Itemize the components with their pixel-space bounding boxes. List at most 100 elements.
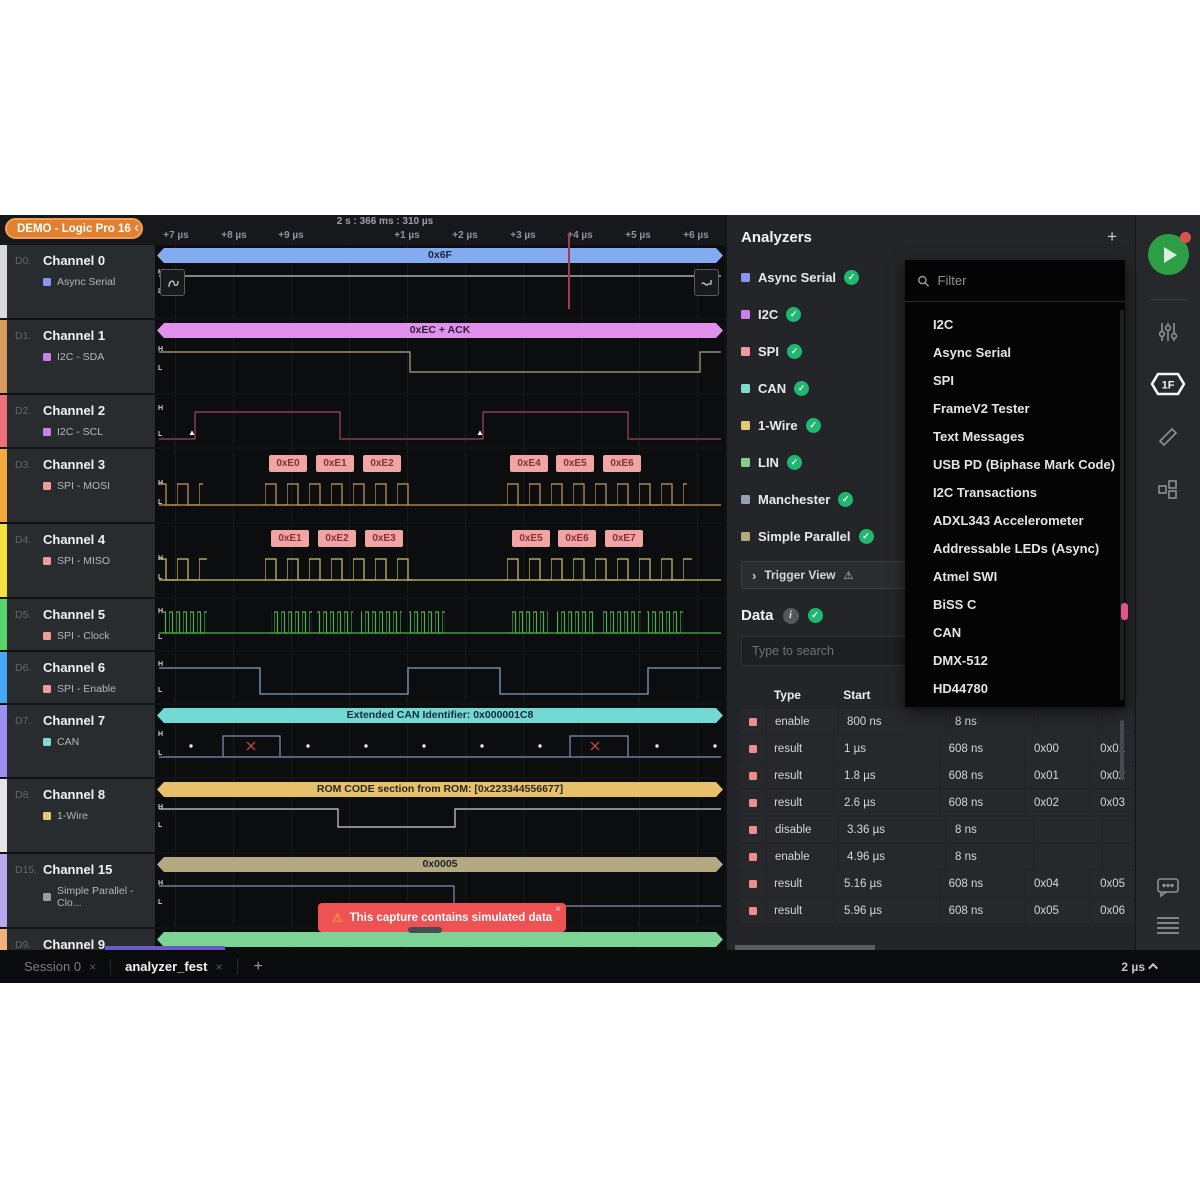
capture-settings-icon[interactable] bbox=[1156, 320, 1180, 349]
channel-label-d6[interactable]: D6. Channel 6 SPI - Enable bbox=[0, 652, 155, 703]
dropdown-item[interactable]: Atmel SWI bbox=[905, 563, 1125, 591]
channel-label-d8[interactable]: D8. Channel 8 1-Wire bbox=[0, 779, 155, 852]
tab-close-icon[interactable]: × bbox=[216, 960, 223, 974]
dropdown-item[interactable]: I2C Transactions bbox=[905, 479, 1125, 507]
waveform-channel-7[interactable]: Extended CAN Identifier: 0x000001C8 H L bbox=[155, 705, 725, 777]
tab-session-0[interactable]: Session 0 × bbox=[14, 959, 106, 974]
feedback-chat-icon[interactable] bbox=[1155, 875, 1181, 904]
dropdown-scrollbar[interactable] bbox=[1120, 310, 1124, 700]
waveform-channel-0[interactable]: 0x6F H L bbox=[155, 245, 725, 318]
check-circle-icon[interactable]: ✓ bbox=[838, 492, 854, 507]
check-circle-icon[interactable]: ✓ bbox=[786, 455, 802, 470]
layout-grid-icon[interactable] bbox=[1156, 477, 1180, 506]
play-icon bbox=[1164, 246, 1177, 263]
analyzer-tag[interactable]: SPI - Clock bbox=[43, 630, 110, 642]
add-analyzer-button[interactable]: + bbox=[1107, 227, 1117, 247]
analyzer-filter-input[interactable] bbox=[937, 273, 1113, 288]
dropdown-item[interactable]: Async Serial bbox=[905, 339, 1125, 367]
channel-label-d15[interactable]: D15. Channel 15 Simple Parallel - Clo... bbox=[0, 854, 155, 927]
channel-label-d4[interactable]: D4. Channel 4 SPI - MISO bbox=[0, 524, 155, 597]
collapse-sidebar-icon[interactable]: ‹ bbox=[134, 219, 139, 237]
analyzer-tag[interactable]: 1-Wire bbox=[43, 810, 105, 822]
analyzer-tag[interactable]: I2C - SCL bbox=[43, 426, 105, 438]
table-row[interactable]: result 2.6 µs 608 ns 0x02 0x03 bbox=[741, 790, 1133, 815]
channel-label-d0[interactable]: D0. Channel 0 Async Serial bbox=[0, 245, 155, 318]
toast-close-icon[interactable]: × bbox=[555, 904, 561, 915]
tab-analyzer-fest[interactable]: analyzer_fest × bbox=[115, 959, 232, 974]
dropdown-item[interactable]: FrameV2 Tester bbox=[905, 395, 1125, 423]
table-row[interactable]: result 1.8 µs 608 ns 0x01 0x02 bbox=[741, 763, 1133, 788]
device-id-hexagon-icon[interactable]: 1F bbox=[1149, 371, 1187, 402]
check-circle-icon[interactable]: ✓ bbox=[786, 307, 802, 322]
measure-ruler-icon[interactable] bbox=[1156, 425, 1180, 454]
table-row[interactable]: result 5.16 µs 608 ns 0x04 0x05 bbox=[741, 871, 1133, 896]
check-circle-icon[interactable]: ✓ bbox=[805, 418, 821, 433]
chevron-right-icon: › bbox=[752, 567, 757, 583]
waveform-channel-6[interactable]: H L bbox=[155, 652, 725, 703]
main-menu-icon[interactable] bbox=[1155, 915, 1181, 940]
analyzer-tag[interactable]: SPI - MOSI bbox=[43, 480, 110, 492]
pink-scroll-thumb[interactable] bbox=[1121, 603, 1128, 620]
channel-label-d7[interactable]: D7. Channel 7 CAN bbox=[0, 705, 155, 777]
trigger-view-button[interactable]: › Trigger View ⚠ bbox=[741, 561, 913, 589]
channel-code: D15. bbox=[15, 864, 38, 876]
check-circle-icon[interactable]: ✓ bbox=[794, 381, 810, 396]
channel-label-d3[interactable]: D3. Channel 3 SPI - MOSI bbox=[0, 449, 155, 522]
analyzer-tag[interactable]: SPI - Enable bbox=[43, 683, 116, 695]
analyzer-color-square bbox=[741, 384, 750, 393]
dropdown-item[interactable]: CAN bbox=[905, 619, 1125, 647]
check-circle-icon[interactable]: ✓ bbox=[786, 344, 802, 359]
dropdown-item[interactable]: BiSS C bbox=[905, 591, 1125, 619]
check-circle-icon[interactable]: ✓ bbox=[858, 529, 874, 544]
new-tab-button[interactable]: + bbox=[242, 958, 275, 976]
timeline-tick: +4 µs bbox=[567, 230, 593, 241]
channel-label-d1[interactable]: D1. Channel 1 I2C - SDA bbox=[0, 320, 155, 393]
waveform-channel-1[interactable]: 0xEC + ACK H L bbox=[155, 320, 725, 393]
dropdown-item[interactable]: SPI bbox=[905, 367, 1125, 395]
table-horizontal-scrollbar[interactable] bbox=[735, 945, 875, 950]
table-row[interactable]: enable 4.96 µs 8 ns bbox=[741, 844, 1133, 869]
dropdown-item[interactable]: Text Messages bbox=[905, 423, 1125, 451]
dropdown-item[interactable]: HD44780 bbox=[905, 675, 1125, 703]
analyzer-color-square bbox=[749, 717, 757, 726]
waveform-channel-4[interactable]: 0xE1 0xE2 0xE3 0xE5 0xE6 0xE7 H L bbox=[155, 524, 725, 597]
dropdown-item[interactable]: USB PD (Biphase Mark Code) bbox=[905, 451, 1125, 479]
table-row[interactable]: enable 800 ns 8 ns bbox=[741, 709, 1133, 734]
info-icon[interactable]: i bbox=[782, 607, 799, 624]
decoded-frame-bar[interactable] bbox=[157, 932, 723, 947]
timeline-header[interactable]: DEMO - Logic Pro 16 ‹ 2 s : 366 ms : 310… bbox=[0, 215, 725, 245]
glitch-indicator-icon[interactable] bbox=[160, 269, 185, 296]
waveform-channel-2[interactable]: H L ▲ ▲ bbox=[155, 395, 725, 447]
channel-color-strip bbox=[0, 599, 7, 650]
table-row[interactable]: result 1 µs 608 ns 0x00 0x01 bbox=[741, 736, 1133, 761]
table-row[interactable]: result 5.96 µs 608 ns 0x05 0x06 bbox=[741, 898, 1133, 923]
warning-triangle-icon: ⚠ bbox=[843, 569, 854, 582]
dropdown-item[interactable]: DMX-512 bbox=[905, 647, 1125, 675]
channel-label-d2[interactable]: D2. Channel 2 I2C - SCL bbox=[0, 395, 155, 447]
demo-badge[interactable]: DEMO - Logic Pro 16 bbox=[5, 218, 143, 239]
table-row[interactable]: disable 3.36 µs 8 ns bbox=[741, 817, 1133, 842]
analyzer-tag[interactable]: I2C - SDA bbox=[43, 351, 105, 363]
dropdown-item[interactable]: Addressable LEDs (Async) bbox=[905, 535, 1125, 563]
analyzer-tag[interactable]: Simple Parallel - Clo... bbox=[43, 885, 155, 909]
waveform-trace bbox=[159, 611, 721, 634]
glitch-indicator-icon[interactable] bbox=[694, 269, 719, 296]
check-circle-icon[interactable]: ✓ bbox=[844, 270, 860, 285]
tab-close-icon[interactable]: × bbox=[89, 960, 96, 974]
dropdown-item[interactable]: I2C bbox=[905, 311, 1125, 339]
analyzer-tag[interactable]: SPI - MISO bbox=[43, 555, 110, 567]
analyzer-tag[interactable]: Async Serial bbox=[43, 276, 115, 288]
table-vertical-scrollbar[interactable] bbox=[1120, 720, 1124, 780]
waveform-horizontal-scrollbar[interactable] bbox=[408, 927, 442, 933]
waveform-channel-3[interactable]: 0xE0 0xE1 0xE2 0xE4 0xE5 0xE6 H L bbox=[155, 449, 725, 522]
zoom-level-control[interactable]: 2 µs bbox=[1121, 960, 1159, 974]
waveform-channel-8[interactable]: ROM CODE section from ROM: [0x2233445566… bbox=[155, 779, 725, 852]
analyzer-color-square bbox=[43, 893, 51, 901]
analyzer-tag[interactable]: CAN bbox=[43, 736, 105, 748]
horizontal-scrollbar-purple[interactable] bbox=[105, 946, 225, 950]
channel-label-d5[interactable]: D5. Channel 5 SPI - Clock bbox=[0, 599, 155, 650]
column-header[interactable]: Type bbox=[766, 682, 833, 707]
dropdown-item[interactable]: ADXL343 Accelerometer bbox=[905, 507, 1125, 535]
analyzer-filter[interactable] bbox=[905, 260, 1125, 302]
waveform-channel-5[interactable]: H L bbox=[155, 599, 725, 650]
